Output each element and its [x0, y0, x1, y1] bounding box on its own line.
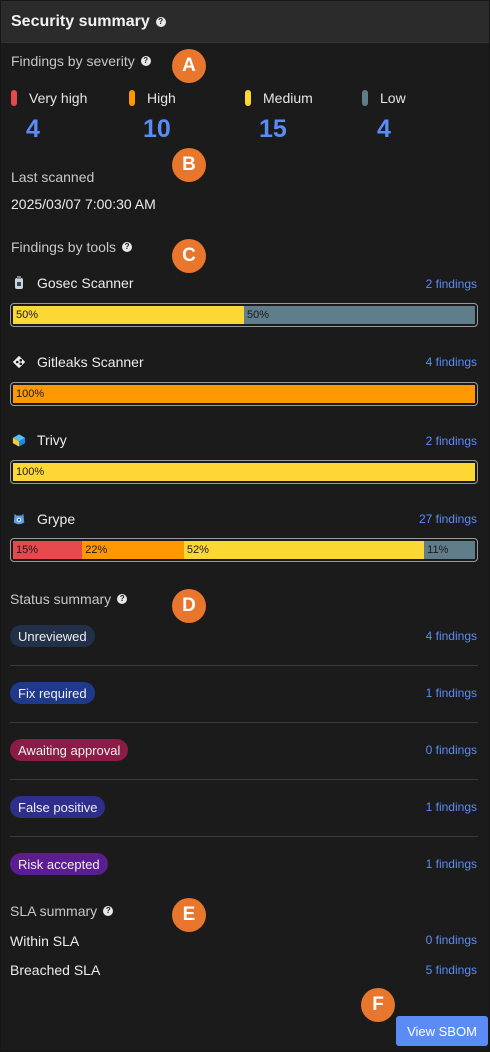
- tool-name: Grype: [37, 511, 76, 527]
- tool-findings-bar: 100%: [10, 382, 478, 406]
- status-badge-fix-required[interactable]: Fix required: [10, 682, 95, 704]
- severity-high: High: [129, 90, 176, 106]
- tool-name: Gitleaks Scanner: [37, 354, 144, 370]
- tools-title: Findings by tools: [11, 239, 117, 255]
- tool-findings-link[interactable]: 27 findings: [419, 512, 477, 526]
- view-sbom-button[interactable]: View SBOM: [396, 1016, 488, 1046]
- status-section-title: Status summary ?: [10, 591, 128, 607]
- tool-findings-bar: 15% 22% 52% 11%: [10, 538, 478, 562]
- tool-findings-bar: 50% 50%: [10, 303, 478, 327]
- low-swatch: [362, 90, 368, 106]
- status-findings-link[interactable]: 4 findings: [426, 629, 477, 643]
- severity-title: Findings by severity: [11, 53, 135, 69]
- sla-title: SLA summary: [10, 903, 98, 919]
- severity-very-high: Very high: [11, 90, 87, 106]
- status-title: Status summary: [10, 591, 112, 607]
- annotation-marker-e: E: [172, 898, 206, 932]
- severity-label: Low: [380, 90, 406, 106]
- status-badge-unreviewed[interactable]: Unreviewed: [10, 625, 95, 647]
- status-findings-link[interactable]: 0 findings: [426, 743, 477, 757]
- help-icon[interactable]: ?: [155, 16, 166, 27]
- severity-label: High: [147, 90, 176, 106]
- tool-name: Gosec Scanner: [37, 275, 134, 291]
- bar-segment: 22%: [82, 541, 184, 559]
- help-icon[interactable]: ?: [103, 906, 114, 916]
- tools-section-title: Findings by tools ?: [11, 239, 133, 255]
- tool-trivy: Trivy: [12, 432, 67, 448]
- gitleaks-icon: [12, 354, 26, 370]
- gosec-icon: [12, 275, 26, 291]
- bar-segment: 50%: [244, 306, 475, 324]
- divider: [10, 836, 478, 837]
- annotation-marker-b: B: [172, 148, 206, 182]
- last-scanned-value: 2025/03/07 7:00:30 AM: [11, 196, 156, 212]
- tool-findings-link[interactable]: 2 findings: [426, 277, 477, 291]
- sla-findings-link[interactable]: 0 findings: [426, 933, 477, 947]
- panel-header: Security summary ?: [1, 1, 489, 43]
- severity-label: Very high: [29, 90, 88, 106]
- sla-section-title: SLA summary ?: [10, 903, 114, 919]
- bar-segment: 100%: [13, 385, 475, 403]
- tool-findings-bar: 100%: [10, 460, 478, 484]
- help-icon[interactable]: ?: [122, 242, 133, 252]
- trivy-icon: [12, 432, 26, 448]
- help-icon[interactable]: ?: [117, 594, 128, 604]
- annotation-marker-f: F: [361, 988, 395, 1022]
- severity-count-low[interactable]: 4: [377, 115, 391, 144]
- status-badge-risk-accepted[interactable]: Risk accepted: [10, 853, 108, 875]
- medium-swatch: [245, 90, 251, 106]
- sla-breached-label: Breached SLA: [10, 962, 101, 978]
- tool-gosec: Gosec Scanner: [12, 275, 134, 291]
- annotation-marker-d: D: [172, 589, 206, 623]
- grype-icon: [12, 511, 26, 527]
- status-findings-link[interactable]: 1 findings: [426, 857, 477, 871]
- divider: [10, 665, 478, 666]
- tool-findings-link[interactable]: 2 findings: [426, 434, 477, 448]
- panel-title: Security summary: [11, 12, 150, 30]
- high-swatch: [129, 90, 135, 106]
- bar-segment: 50%: [13, 306, 244, 324]
- annotation-marker-c: C: [172, 239, 206, 273]
- sla-within-label: Within SLA: [10, 933, 80, 949]
- tool-name: Trivy: [37, 432, 67, 448]
- security-summary-panel: Security summary ? Findings by severity …: [1, 1, 489, 1050]
- status-badge-awaiting-approval[interactable]: Awaiting approval: [10, 739, 129, 761]
- severity-count-high[interactable]: 10: [143, 115, 171, 144]
- bar-segment: 11%: [424, 541, 475, 559]
- very-high-swatch: [11, 90, 17, 106]
- tool-findings-link[interactable]: 4 findings: [426, 355, 477, 369]
- bar-segment: 15%: [13, 541, 83, 559]
- annotation-marker-a: A: [172, 49, 206, 83]
- tool-gitleaks: Gitleaks Scanner: [12, 354, 144, 370]
- severity-count-medium[interactable]: 15: [259, 115, 287, 144]
- severity-label: Medium: [263, 90, 313, 106]
- status-findings-link[interactable]: 1 findings: [426, 686, 477, 700]
- severity-count-very-high[interactable]: 4: [26, 115, 40, 144]
- tool-grype: Grype: [12, 511, 75, 527]
- severity-section-title: Findings by severity ?: [11, 53, 151, 69]
- divider: [10, 779, 478, 780]
- divider: [10, 722, 478, 723]
- last-scanned-label: Last scanned: [11, 169, 95, 185]
- status-badge-false-positive[interactable]: False positive: [10, 796, 106, 818]
- severity-medium: Medium: [245, 90, 313, 106]
- sla-findings-link[interactable]: 5 findings: [426, 963, 477, 977]
- bar-segment: 52%: [183, 541, 425, 559]
- bar-segment: 100%: [13, 463, 475, 481]
- help-icon[interactable]: ?: [140, 56, 151, 66]
- status-findings-link[interactable]: 1 findings: [426, 800, 477, 814]
- severity-low: Low: [362, 90, 406, 106]
